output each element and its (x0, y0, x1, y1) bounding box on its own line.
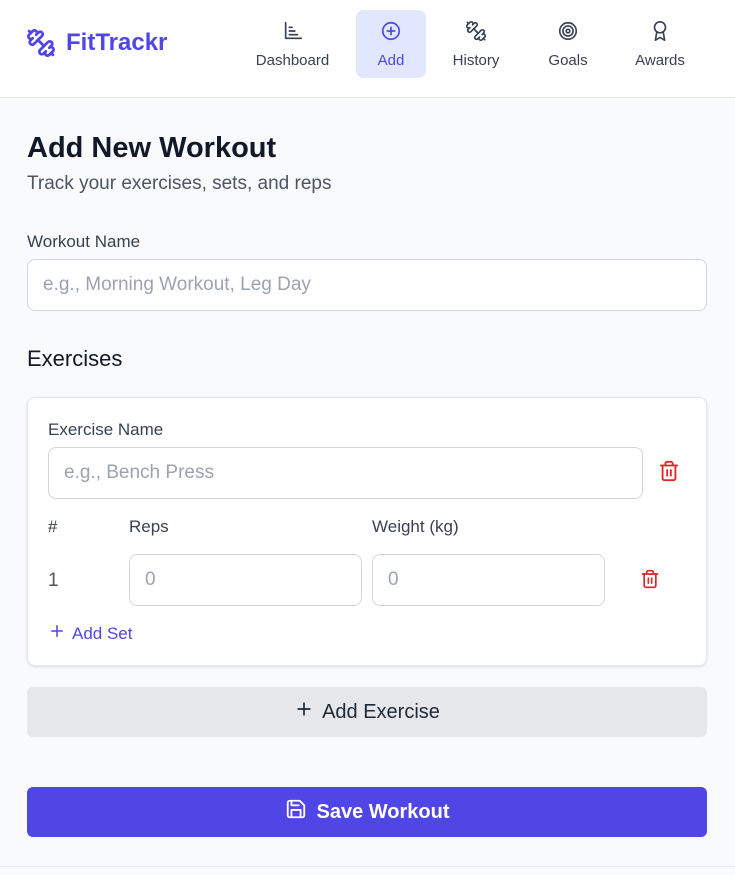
nav-label: Awards (635, 51, 685, 69)
save-icon (285, 798, 307, 826)
delete-exercise-button[interactable] (657, 460, 681, 487)
workout-name-label: Workout Name (27, 232, 141, 251)
exercise-name-label: Exercise Name (48, 420, 164, 439)
award-icon (649, 20, 671, 46)
target-icon (557, 20, 579, 46)
nav-label: Dashboard (255, 51, 330, 69)
save-workout-button[interactable]: Save Workout (27, 787, 707, 837)
nav-item-dashboard[interactable]: Dashboard (244, 10, 341, 78)
divider (0, 866, 735, 867)
plus-circle-icon (380, 20, 402, 46)
exercises-section-title: Exercises (27, 346, 123, 371)
add-exercise-label: Add Exercise (322, 700, 440, 723)
workout-name-input[interactable] (27, 259, 707, 311)
nav-item-history[interactable]: History (441, 10, 511, 78)
add-exercise-button[interactable]: Add Exercise (27, 687, 707, 737)
delete-set-button[interactable] (638, 569, 662, 593)
plus-icon (294, 699, 314, 725)
nav-item-goals[interactable]: Goals (533, 10, 603, 78)
trash-icon (658, 460, 680, 487)
reps-input[interactable] (129, 554, 362, 606)
nav-label: Add (377, 51, 405, 69)
reps-header: Reps (129, 517, 169, 536)
nav-item-add[interactable]: Add (356, 10, 426, 78)
add-set-button[interactable]: Add Set (48, 622, 133, 645)
weight-header: Weight (kg) (372, 517, 459, 536)
main-nav: Dashboard Add History Goals Awards (0, 10, 735, 78)
plus-icon (48, 622, 66, 645)
save-workout-label: Save Workout (316, 800, 450, 823)
nav-label: History (452, 51, 500, 69)
set-number-header: # (48, 517, 58, 536)
weight-input[interactable] (372, 554, 605, 606)
nav-label: Goals (548, 51, 588, 69)
bar-chart-icon (282, 20, 304, 46)
exercise-name-input[interactable] (48, 447, 643, 499)
page-title: Add New Workout (27, 132, 277, 164)
app-header: FitTrackr Dashboard Add History Goals Aw… (0, 0, 735, 98)
set-number: 1 (48, 570, 59, 591)
page-subtitle: Track your exercises, sets, and reps (27, 173, 332, 194)
dumbbell-icon (465, 20, 487, 46)
add-set-label: Add Set (72, 623, 133, 643)
trash-icon (640, 569, 660, 594)
nav-item-awards[interactable]: Awards (625, 10, 695, 78)
